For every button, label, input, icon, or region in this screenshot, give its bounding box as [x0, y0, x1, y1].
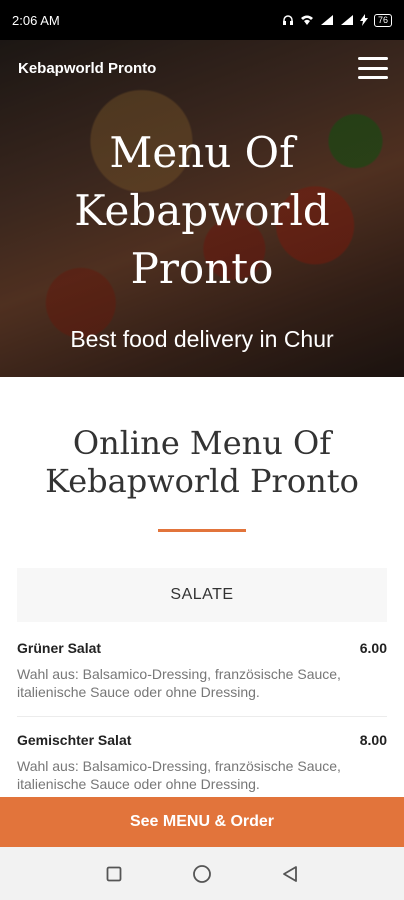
- hero-title-line: Pronto: [130, 244, 274, 293]
- hero-subtitle: Best food delivery in Chur: [70, 326, 334, 352]
- menu-item-name: Gemischter Salat: [17, 732, 132, 748]
- signal-icon: [320, 15, 333, 25]
- square-icon[interactable]: [102, 862, 126, 886]
- status-time: 2:06 AM: [12, 12, 60, 28]
- menu-item[interactable]: Gemischter Salat 8.00 Wahl aus: Balsamic…: [17, 732, 387, 793]
- menu-item-price: 6.00: [359, 640, 387, 656]
- hero-banner: Kebapworld Pronto Menu Of Kebapworld Pro…: [0, 40, 404, 377]
- hero-title-line: Menu Of: [109, 128, 295, 177]
- see-menu-order-button[interactable]: See MENU & Order: [0, 797, 404, 847]
- back-triangle-icon[interactable]: [278, 862, 302, 886]
- circle-icon[interactable]: [190, 862, 214, 886]
- menu-item-header: Gemischter Salat 8.00: [17, 732, 387, 748]
- brand-name[interactable]: Kebapworld Pronto: [18, 60, 156, 77]
- status-bar: 2:06 AM 76: [0, 0, 404, 40]
- menu-item-description: Wahl aus: Balsamico-Dressing, französisc…: [17, 666, 341, 700]
- category-header[interactable]: SALATE: [17, 568, 387, 622]
- hero-title-line: Kebapworld: [74, 186, 330, 235]
- status-icons: 76: [282, 13, 392, 27]
- section-title: Online Menu Of Kebapworld Pronto: [0, 424, 404, 500]
- item-divider: [17, 716, 387, 717]
- signal-icon-2: [340, 15, 353, 25]
- lightning-icon: [359, 14, 368, 26]
- top-nav: Kebapworld Pronto: [0, 40, 404, 96]
- system-nav-bar: [0, 847, 404, 900]
- menu-item-price: 8.00: [359, 732, 387, 748]
- wifi-icon: [300, 15, 313, 25]
- section-title-line: Online Menu Of: [72, 424, 332, 462]
- menu-item-name: Grüner Salat: [17, 640, 102, 656]
- section-title-line: Kebapworld Pronto: [45, 462, 359, 500]
- hamburger-icon[interactable]: [358, 57, 388, 79]
- menu-item-description: Wahl aus: Balsamico-Dressing, französisc…: [17, 758, 341, 792]
- menu-item[interactable]: Grüner Salat 6.00 Wahl aus: Balsamico-Dr…: [17, 640, 387, 701]
- hero-title: Menu Of Kebapworld Pronto: [0, 124, 404, 298]
- menu-item-header: Grüner Salat 6.00: [17, 640, 387, 656]
- accent-divider: [158, 529, 246, 532]
- battery-icon: 76: [373, 13, 392, 27]
- headphones-icon: [282, 15, 293, 25]
